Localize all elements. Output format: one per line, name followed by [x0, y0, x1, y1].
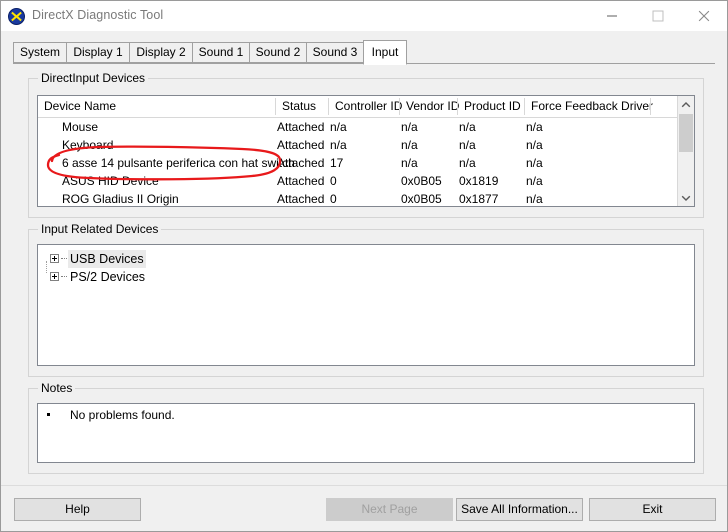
table-row[interactable]: 6 asse 14 pulsante periferica con hat sw… [38, 154, 694, 172]
cell-status: Attached [277, 192, 325, 206]
cell-product-id: 0x1877 [459, 192, 499, 206]
column-header-vendor-id[interactable]: Vendor ID [400, 96, 459, 116]
tree-dots [61, 276, 67, 278]
cell-vendor-id: n/a [401, 138, 418, 152]
cell-vendor-id: 0x0B05 [401, 192, 442, 206]
column-header-force-feedback-driver[interactable]: Force Feedback Driver [525, 96, 653, 116]
title-bar: DirectX Diagnostic Tool [1, 1, 727, 31]
cell-product-id: n/a [459, 120, 476, 134]
column-header-controller-id[interactable]: Controller ID [329, 96, 402, 116]
input-related-devices-label: Input Related Devices [38, 222, 162, 236]
tree-node-label[interactable]: PS/2 Devices [68, 268, 147, 286]
header-divider [275, 98, 276, 115]
tree-node-label[interactable]: USB Devices [68, 250, 146, 268]
header-divider [399, 98, 400, 115]
cell-status: Attached [277, 174, 325, 188]
cell-force-feedback-driver: n/a [526, 156, 543, 170]
save-all-information-button[interactable]: Save All Information... [456, 498, 583, 521]
notes-label: Notes [38, 381, 76, 395]
cell-status: Attached [277, 120, 325, 134]
cell-device-name: Keyboard [62, 138, 114, 152]
cell-product-id: n/a [459, 156, 476, 170]
input-related-devices-tree[interactable]: USB Devices PS/2 Devices [37, 244, 695, 366]
cell-vendor-id: n/a [401, 120, 418, 134]
help-button[interactable]: Help [14, 498, 141, 521]
tab-system[interactable]: System [13, 42, 67, 63]
cell-controller-id: 17 [330, 156, 344, 170]
notes-text: No problems found. [70, 408, 175, 422]
cell-controller-id: n/a [330, 138, 347, 152]
next-page-button: Next Page [326, 498, 453, 521]
bullet-icon [47, 413, 50, 416]
header-divider [524, 98, 525, 115]
column-header-device-name[interactable]: Device Name [38, 96, 276, 116]
directx-diagnostic-window: DirectX Diagnostic Tool System Display 1… [0, 0, 728, 532]
minimize-icon[interactable] [589, 1, 635, 31]
tab-display-1[interactable]: Display 1 [66, 42, 130, 63]
cell-vendor-id: 0x0B05 [401, 174, 442, 188]
cell-status: Attached [277, 138, 325, 152]
tab-sound-2[interactable]: Sound 2 [249, 42, 307, 63]
cell-device-name: ROG Gladius II Origin [62, 192, 179, 206]
cell-controller-id: n/a [330, 120, 347, 134]
chevron-up-icon[interactable] [678, 96, 694, 113]
directinput-devices-list[interactable]: Device Name Status Controller ID Vendor … [37, 95, 695, 207]
column-header-status[interactable]: Status [276, 96, 329, 116]
tab-sound-3[interactable]: Sound 3 [306, 42, 364, 63]
cell-status: Attached [277, 156, 325, 170]
directinput-devices-label: DirectInput Devices [38, 71, 149, 85]
cell-controller-id: 0 [330, 192, 337, 206]
directx-icon [8, 8, 25, 25]
cell-force-feedback-driver: n/a [526, 138, 543, 152]
window-title: DirectX Diagnostic Tool [32, 8, 164, 22]
tab-sound-1[interactable]: Sound 1 [192, 42, 250, 63]
exit-button[interactable]: Exit [589, 498, 716, 521]
cell-device-name: Mouse [62, 120, 99, 134]
notes-textarea[interactable]: No problems found. [37, 403, 695, 463]
tree-dots [61, 258, 67, 260]
header-divider [457, 98, 458, 115]
header-divider [650, 98, 651, 115]
list-header-row: Device Name Status Controller ID Vendor … [38, 96, 694, 118]
cell-controller-id: 0 [330, 174, 337, 188]
cell-product-id: 0x1819 [459, 174, 499, 188]
cell-product-id: n/a [459, 138, 476, 152]
cell-force-feedback-driver: n/a [526, 120, 543, 134]
scrollbar-thumb[interactable] [679, 114, 693, 152]
cell-vendor-id: n/a [401, 156, 418, 170]
table-row[interactable]: ASUS HID Device Attached 0 0x0B05 0x1819… [38, 172, 694, 190]
column-header-product-id[interactable]: Product ID [458, 96, 525, 116]
expand-plus-icon[interactable] [50, 272, 59, 281]
tab-display-2[interactable]: Display 2 [129, 42, 193, 63]
footer-divider [1, 485, 727, 486]
cell-device-name: 6 asse 14 pulsante periferica con hat sw… [62, 156, 295, 170]
chevron-down-icon[interactable] [678, 189, 694, 206]
expand-plus-icon[interactable] [50, 254, 59, 263]
tree-connector-line [46, 261, 48, 273]
header-divider [328, 98, 329, 115]
cell-force-feedback-driver: n/a [526, 192, 543, 206]
list-vertical-scrollbar[interactable] [677, 96, 694, 206]
table-row[interactable]: Mouse Attached n/a n/a n/a n/a [38, 118, 694, 136]
close-icon[interactable] [681, 1, 727, 31]
cell-force-feedback-driver: n/a [526, 174, 543, 188]
table-row[interactable]: ROG Gladius II Origin Attached 0 0x0B05 … [38, 190, 694, 206]
table-row[interactable]: Keyboard Attached n/a n/a n/a n/a [38, 136, 694, 154]
tab-input[interactable]: Input [363, 40, 407, 65]
maximize-icon[interactable] [635, 1, 681, 31]
cell-device-name: ASUS HID Device [62, 174, 159, 188]
